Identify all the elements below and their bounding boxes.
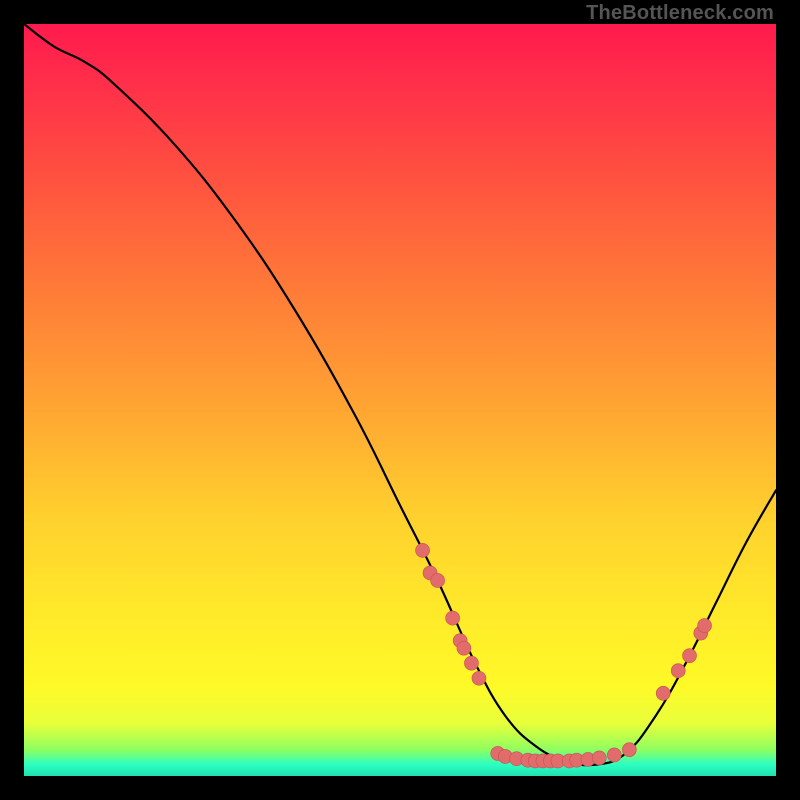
curve-marker bbox=[457, 641, 471, 655]
bottleneck-curve bbox=[24, 24, 776, 765]
curve-marker bbox=[464, 656, 478, 670]
plot-area bbox=[24, 24, 776, 776]
curve-marker bbox=[472, 671, 486, 685]
curve-svg bbox=[24, 24, 776, 776]
curve-marker bbox=[698, 619, 712, 633]
curve-markers bbox=[416, 543, 712, 768]
curve-marker bbox=[607, 748, 621, 762]
curve-marker bbox=[446, 611, 460, 625]
curve-marker bbox=[656, 686, 670, 700]
chart-frame: TheBottleneck.com bbox=[0, 0, 800, 800]
curve-marker bbox=[671, 664, 685, 678]
curve-marker bbox=[592, 751, 606, 765]
watermark-label: TheBottleneck.com bbox=[586, 2, 774, 25]
curve-marker bbox=[416, 543, 430, 557]
curve-marker bbox=[622, 743, 636, 757]
curve-marker bbox=[431, 573, 445, 587]
curve-marker bbox=[683, 649, 697, 663]
